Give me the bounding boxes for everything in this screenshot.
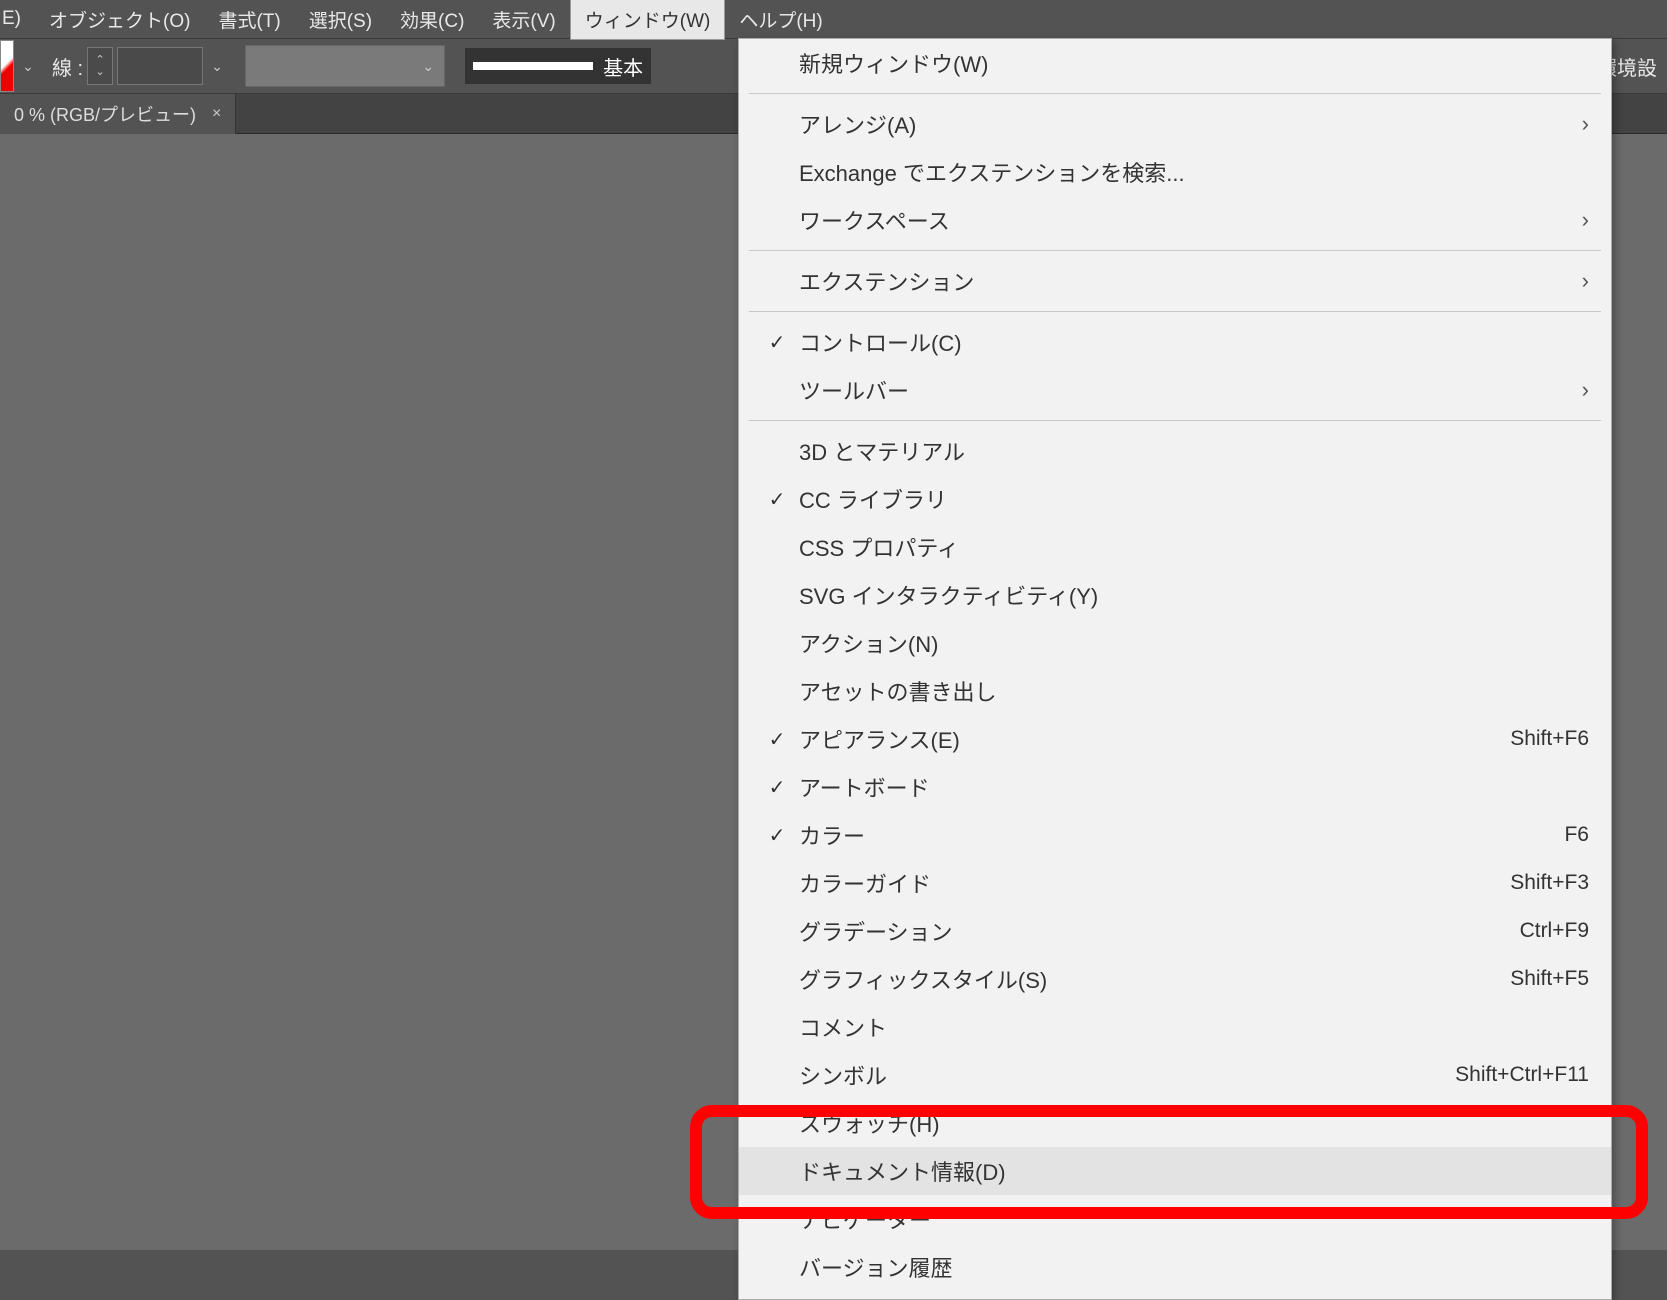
menu-item-label: Exchange でエクステンションを検索... [799,156,1589,188]
menu-item[interactable]: ツールバー› [739,366,1611,414]
menu-item[interactable]: ドキュメント情報(D) [739,1147,1611,1195]
menu-item-label: ナビゲーター [799,1203,1589,1235]
menu-item[interactable]: ✓CC ライブラリ [739,475,1611,523]
menu-item[interactable]: グラフィックスタイル(S)Shift+F5 [739,955,1611,1003]
menu-item[interactable]: ✓カラーF6 [739,811,1611,859]
menu-item-label: アセットの書き出し [799,675,1589,707]
menu-item-label: コントロール(C) [799,326,1589,358]
menu-item[interactable]: アレンジ(A)› [739,100,1611,148]
menu-item-label: CC ライブラリ [799,483,1589,515]
menu-item[interactable]: スウォッチ(H) [739,1099,1611,1147]
menu-item[interactable]: ナビゲーター [739,1195,1611,1243]
brush-label: 基本 [603,52,643,81]
menu-item-label: 3D とマテリアル [799,435,1589,467]
document-tab[interactable]: 0 % (RGB/プレビュー) × [0,94,236,134]
stroke-dropdown-icon[interactable]: ⌄ [203,58,231,75]
check-icon: ✓ [755,330,799,355]
menu-shortcut: Shift+Ctrl+F11 [1455,1063,1589,1087]
menu-window[interactable]: ウィンドウ(W) [570,0,726,40]
menu-item-label: バージョン履歴 [799,1251,1589,1283]
menu-separator [749,420,1601,421]
menu-item-label: ドキュメント情報(D) [799,1155,1589,1187]
menu-item-label: グラデーション [799,915,1520,947]
menu-item[interactable]: ✓アートボード [739,763,1611,811]
submenu-arrow-icon: › [1582,268,1589,294]
menu-item-label: アクション(N) [799,627,1589,659]
check-icon: ✓ [755,775,799,800]
fill-swatch-icon[interactable] [0,40,14,92]
menu-item[interactable]: 3D とマテリアル [739,427,1611,475]
menu-item-label: ツールバー [799,374,1582,406]
menu-select[interactable]: 選択(S) [295,0,386,39]
menu-item-label: カラーガイド [799,867,1510,899]
menu-item-label: アートボード [799,771,1589,803]
brush-definition-dropdown[interactable]: 基本 [465,48,651,84]
menu-item-label: カラー [799,819,1564,851]
menu-shortcut: Shift+F3 [1510,871,1589,895]
menu-item[interactable]: ワークスペース› [739,196,1611,244]
menu-item-label: エクステンション [799,265,1582,297]
menu-item-label: SVG インタラクティビティ(Y) [799,579,1589,611]
profile-dropdown[interactable]: ⌄ [245,45,445,87]
menu-item[interactable]: コメント [739,1003,1611,1051]
submenu-arrow-icon: › [1582,207,1589,233]
brush-preview-icon [473,62,593,70]
menu-item[interactable]: アセットの書き出し [739,667,1611,715]
menu-item[interactable]: SVG インタラクティビティ(Y) [739,571,1611,619]
menu-item[interactable]: アクション(N) [739,619,1611,667]
check-icon: ✓ [755,487,799,512]
menu-item-label: アピアランス(E) [799,723,1510,755]
menu-view[interactable]: 表示(V) [478,0,569,39]
menu-item[interactable]: エクステンション› [739,257,1611,305]
menu-separator [749,311,1601,312]
menu-item[interactable]: ✓コントロール(C) [739,318,1611,366]
close-tab-icon[interactable]: × [212,105,221,123]
menu-item[interactable]: バージョン履歴 [739,1243,1611,1291]
menu-item-label: アレンジ(A) [799,108,1582,140]
menu-shortcut: F6 [1564,823,1589,847]
menu-effect[interactable]: 効果(C) [386,0,478,39]
menu-item-label: シンボル [799,1059,1455,1091]
menu-shortcut: Ctrl+F9 [1520,919,1589,943]
menu-item-label: 新規ウィンドウ(W) [799,47,1589,79]
menu-item-label: スウォッチ(H) [799,1107,1589,1139]
menu-shortcut: Shift+F6 [1510,727,1589,751]
window-menu-dropdown: 新規ウィンドウ(W)アレンジ(A)›Exchange でエクステンションを検索.… [738,38,1612,1300]
stroke-weight-stepper[interactable]: ⌃⌄ [87,47,113,85]
menu-item[interactable]: 新規ウィンドウ(W) [739,39,1611,87]
menu-item-label: CSS プロパティ [799,531,1589,563]
menu-item-label: グラフィックスタイル(S) [799,963,1510,995]
submenu-arrow-icon: › [1582,377,1589,403]
menu-item[interactable]: カラーガイドShift+F3 [739,859,1611,907]
stroke-label: 線 : [52,52,83,81]
menu-item-label: コメント [799,1011,1589,1043]
menu-separator [749,93,1601,94]
fill-dropdown-icon[interactable]: ⌄ [14,58,42,75]
menu-item[interactable]: グラデーションCtrl+F9 [739,907,1611,955]
menu-item[interactable]: CSS プロパティ [739,523,1611,571]
menu-shortcut: Shift+F5 [1510,967,1589,991]
menu-edit[interactable]: E) [0,2,35,36]
menu-help[interactable]: ヘルプ(H) [725,0,836,39]
menu-item[interactable]: ✓アピアランス(E)Shift+F6 [739,715,1611,763]
submenu-arrow-icon: › [1582,111,1589,137]
menu-separator [749,250,1601,251]
menu-item[interactable]: Exchange でエクステンションを検索... [739,148,1611,196]
menu-object[interactable]: オブジェクト(O) [35,0,204,39]
menu-type[interactable]: 書式(T) [204,0,294,39]
check-icon: ✓ [755,823,799,848]
menu-item[interactable]: シンボルShift+Ctrl+F11 [739,1051,1611,1099]
menubar: E) オブジェクト(O) 書式(T) 選択(S) 効果(C) 表示(V) ウィン… [0,0,1667,38]
menu-item-label: ワークスペース [799,204,1582,236]
stroke-weight-field[interactable] [117,47,203,85]
document-tab-title: 0 % (RGB/プレビュー) [14,101,196,127]
check-icon: ✓ [755,727,799,752]
